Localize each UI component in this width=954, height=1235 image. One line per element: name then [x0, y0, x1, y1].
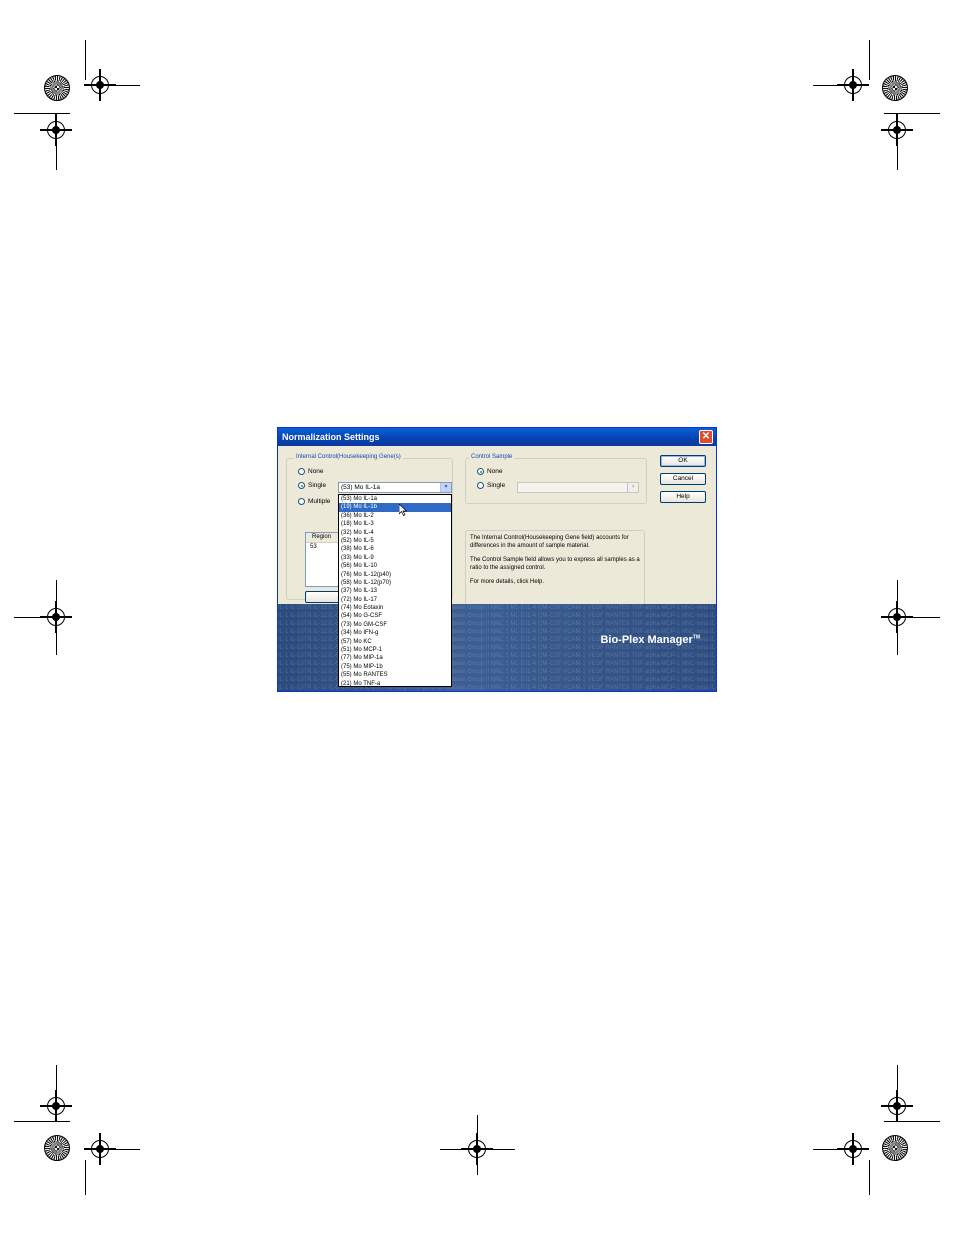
- dropdown-option[interactable]: (74) Mo Eotaxin: [339, 604, 451, 612]
- close-button[interactable]: ✕: [699, 430, 713, 444]
- help-button[interactable]: Help: [660, 491, 706, 503]
- dropdown-option[interactable]: (52) Mo IL-5: [339, 537, 451, 545]
- radio-circle-icon: [477, 482, 484, 489]
- chevron-down-icon: ▾: [627, 483, 638, 492]
- crosshair-icon: [837, 69, 869, 101]
- crosshair-icon: [84, 1133, 116, 1165]
- normalization-settings-dialog: Normalization Settings ✕ Internal Contro…: [277, 427, 717, 692]
- region-list[interactable]: Region 53: [305, 532, 341, 587]
- dropdown-option[interactable]: (21) Mo TNF-a: [339, 680, 451, 688]
- mouse-cursor-icon: [399, 504, 408, 516]
- dropdown-option[interactable]: (76) Mo IL-12(p40): [339, 571, 451, 579]
- crosshair-icon: [881, 114, 913, 146]
- ok-button[interactable]: OK: [660, 455, 706, 467]
- info-text-control: The Control Sample field allows you to e…: [470, 557, 640, 571]
- radio-circle-icon: [298, 498, 305, 505]
- dropdown-option[interactable]: (37) Mo IL-13: [339, 587, 451, 595]
- dropdown-option[interactable]: (72) Mo IL-17: [339, 596, 451, 604]
- internal-none-label: None: [308, 468, 324, 475]
- radio-circle-icon: [298, 468, 305, 475]
- control-single-radio[interactable]: Single: [477, 482, 505, 489]
- gene-combo[interactable]: (53) Mo IL-1a ▾: [338, 482, 452, 493]
- internal-control-label: Internal Control(Housekeeping Gene(s): [294, 454, 403, 460]
- starburst-icon: [882, 1135, 908, 1161]
- dropdown-option[interactable]: (56) Mo IL-10: [339, 562, 451, 570]
- dropdown-option[interactable]: (75) Mo MIP-1b: [339, 663, 451, 671]
- dropdown-option[interactable]: (34) Mo IFN-g: [339, 629, 451, 637]
- dropdown-option[interactable]: (32) Mo IL-4: [339, 529, 451, 537]
- internal-multiple-radio[interactable]: Multiple: [298, 498, 330, 505]
- control-none-radio[interactable]: None: [477, 468, 503, 475]
- dropdown-option[interactable]: (53) Mo IL-1a: [339, 495, 451, 503]
- remove-button[interactable]: [305, 591, 341, 603]
- dropdown-option[interactable]: (58) Mo IL-12(p70): [339, 579, 451, 587]
- info-text-help: For more details, click Help.: [470, 579, 545, 585]
- internal-multiple-label: Multiple: [308, 498, 331, 505]
- list-item[interactable]: 53: [306, 543, 340, 552]
- starburst-icon: [882, 75, 908, 101]
- dropdown-option[interactable]: (38) Mo IL-6: [339, 545, 451, 553]
- crosshair-icon: [881, 601, 913, 633]
- starburst-icon: [44, 75, 70, 101]
- control-none-label: None: [487, 468, 503, 475]
- internal-single-label: Single: [308, 482, 327, 489]
- control-sample-combo: ▾: [517, 482, 639, 493]
- info-text-internal: The Internal Control(Housekeeping Gene f…: [470, 535, 629, 549]
- control-single-label: Single: [487, 482, 506, 489]
- dropdown-option[interactable]: (54) Mo G-CSF: [339, 612, 451, 620]
- crosshair-icon: [881, 1090, 913, 1122]
- radio-selected-icon: [298, 482, 305, 489]
- crosshair-icon: [461, 1133, 493, 1165]
- internal-none-radio[interactable]: None: [298, 468, 324, 475]
- dropdown-option[interactable]: (19) Mo IL-1b: [339, 503, 451, 512]
- dropdown-option[interactable]: (33) Mo IL-9: [339, 554, 451, 562]
- gene-dropdown-list[interactable]: (53) Mo IL-1a (19) Mo IL-1b (36) Mo IL-2 (1…: [338, 494, 452, 687]
- dropdown-option[interactable]: (51) Mo MCP-1: [339, 646, 451, 654]
- dropdown-option[interactable]: (57) Mo KC: [339, 638, 451, 646]
- crosshair-icon: [84, 69, 116, 101]
- radio-selected-icon: [477, 468, 484, 475]
- chevron-down-icon[interactable]: ▾: [440, 483, 451, 492]
- crosshair-icon: [837, 1133, 869, 1165]
- dropdown-option[interactable]: (55) Mo RANTES: [339, 671, 451, 679]
- dropdown-option[interactable]: (36) Mo IL-2: [339, 512, 451, 520]
- dropdown-option[interactable]: (18) Mo IL-3: [339, 520, 451, 528]
- brand-logo: Bio-Plex ManagerTM: [600, 634, 700, 646]
- control-sample-group: [465, 458, 647, 504]
- crosshair-icon: [40, 114, 72, 146]
- info-panel: The Internal Control(Housekeeping Gene f…: [465, 530, 645, 611]
- dialog-title: Normalization Settings: [282, 432, 380, 442]
- dropdown-option[interactable]: (77) Mo MIP-1a: [339, 654, 451, 662]
- dropdown-option[interactable]: (73) Mo GM-CSF: [339, 621, 451, 629]
- control-sample-label: Control Sample: [469, 454, 515, 460]
- internal-single-radio[interactable]: Single: [298, 482, 326, 489]
- gene-combo-value: (53) Mo IL-1a: [341, 484, 381, 491]
- title-bar[interactable]: Normalization Settings ✕: [278, 428, 716, 446]
- cancel-button[interactable]: Cancel: [660, 473, 706, 485]
- starburst-icon: [44, 1135, 70, 1161]
- crosshair-icon: [40, 1090, 72, 1122]
- region-column-header[interactable]: Region: [306, 533, 340, 543]
- crosshair-icon: [40, 601, 72, 633]
